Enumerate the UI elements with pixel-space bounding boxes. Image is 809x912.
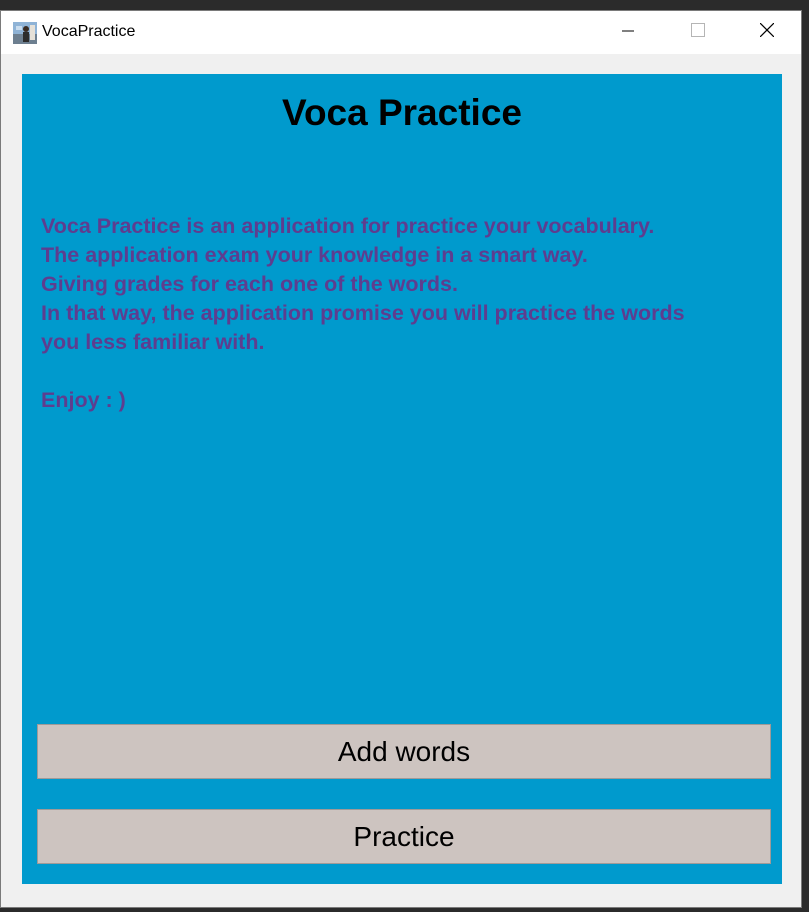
app-photo-icon [13, 22, 37, 44]
minimize-icon [622, 24, 634, 42]
add-words-button[interactable]: Add words [37, 724, 771, 779]
maximize-icon [691, 23, 705, 42]
description-line: you less familiar with. [41, 330, 265, 354]
close-button[interactable] [732, 11, 802, 54]
practice-button[interactable]: Practice [37, 809, 771, 864]
description-line: Voca Practice is an application for prac… [41, 214, 655, 238]
window-title: VocaPractice [42, 23, 136, 40]
page-title: Voca Practice [282, 92, 522, 133]
app-window: VocaPractice Voca Practice Voca Practice… [0, 10, 802, 908]
maximize-button[interactable] [663, 11, 733, 54]
closing-line: Enjoy : ) [41, 388, 126, 412]
close-icon [759, 22, 775, 42]
title-bar[interactable]: VocaPractice [1, 11, 801, 54]
description-line: In that way, the application promise you… [41, 301, 685, 325]
minimize-button[interactable] [593, 11, 663, 54]
main-panel: Voca Practice Voca Practice is an applic… [22, 74, 782, 884]
description-line: Giving grades for each one of the words. [41, 272, 458, 296]
app-description: Voca Practice is an application for prac… [41, 212, 776, 415]
description-line: The application exam your knowledge in a… [41, 243, 588, 267]
